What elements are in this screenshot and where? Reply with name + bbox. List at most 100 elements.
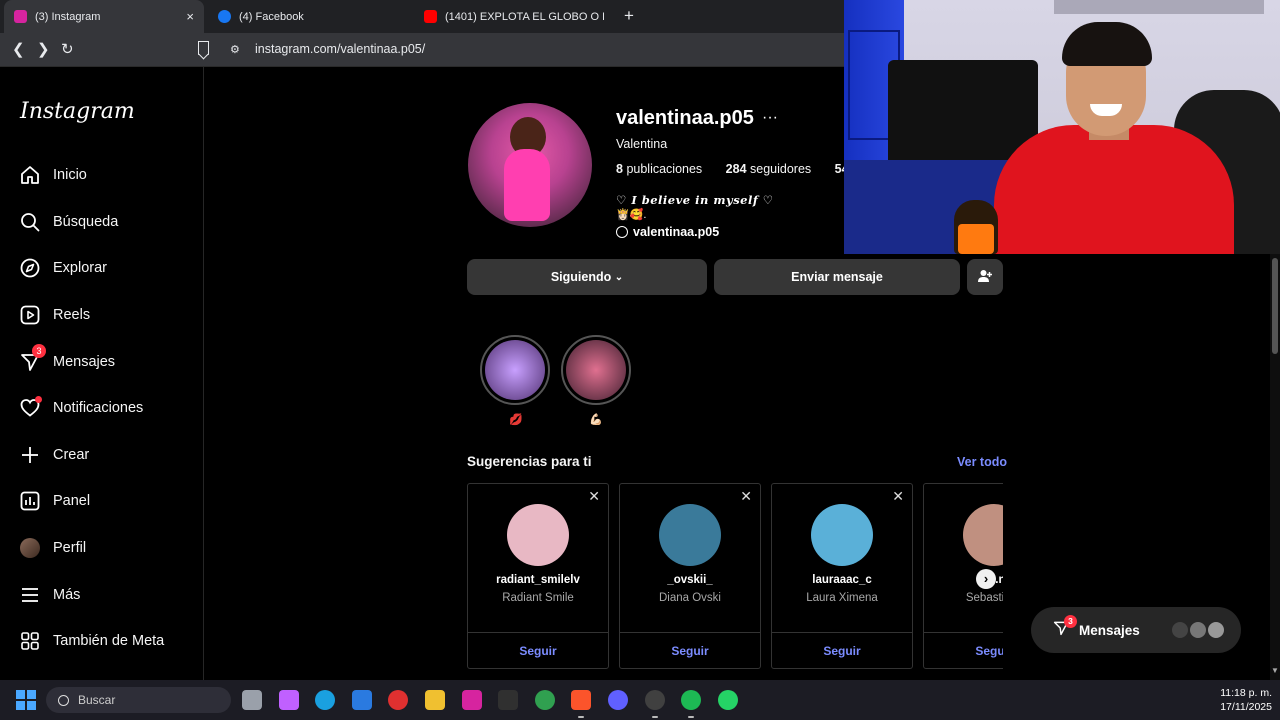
following-button[interactable]: Siguiendo ⌄ [467, 259, 707, 295]
sidebar-item-label: Búsqueda [53, 214, 119, 230]
follow-button[interactable]: Seguir [924, 632, 1003, 669]
instagram-favicon-icon [14, 10, 27, 23]
suggest-people-button[interactable] [967, 259, 1003, 295]
dismiss-icon[interactable]: ✕ [588, 488, 600, 505]
clock-date: 17/11/2025 [1220, 701, 1272, 713]
story-highlight[interactable] [480, 335, 550, 405]
sidebar-item-label: Explorar [53, 260, 107, 276]
suggestion-username[interactable]: lauraaac_c [772, 574, 912, 586]
tab-title: (3) Instagram [35, 10, 101, 23]
see-all-link[interactable]: Ver todo [957, 455, 1007, 469]
back-arrow-icon[interactable]: ❮ [12, 40, 25, 58]
spotify-icon[interactable] [681, 690, 701, 710]
cortana-icon[interactable] [608, 690, 628, 710]
suggestion-card[interactable]: ✕ lauraaac_c Laura Ximena Seguir [771, 483, 913, 669]
suggestion-username[interactable]: radiant_smilelv [468, 574, 608, 586]
brave-icon[interactable] [571, 690, 591, 710]
sidebar-item-crear[interactable]: Crear [20, 441, 89, 469]
suggestion-avatar[interactable] [659, 504, 721, 566]
threads-link[interactable]: valentinaa.p05 [616, 225, 719, 239]
sidebar-item-busqueda[interactable]: Búsqueda [20, 208, 118, 236]
whatsapp-icon[interactable] [718, 690, 738, 710]
scroll-down-icon[interactable]: ▼ [1271, 666, 1279, 675]
messages-floating-button[interactable]: 3 Mensajes [1031, 607, 1241, 653]
profile-username: valentinaa.p05 [616, 107, 754, 129]
edge-icon[interactable] [315, 690, 335, 710]
send-message-button[interactable]: Enviar mensaje [714, 259, 960, 295]
obs-icon[interactable] [645, 690, 665, 710]
home-icon [20, 165, 40, 185]
windows-start-icon[interactable] [16, 690, 36, 710]
follow-button[interactable]: Seguir [772, 632, 912, 669]
sidebar-item-inicio[interactable]: Inicio [20, 161, 87, 189]
sidebar-item-notificaciones[interactable]: Notificaciones [20, 394, 143, 422]
suggestion-avatar[interactable] [507, 504, 569, 566]
chrome-icon[interactable] [535, 690, 555, 710]
scrollbar-thumb[interactable] [1272, 258, 1278, 354]
sidebar-item-label: Reels [53, 307, 91, 323]
messenger-icon: 3 [20, 344, 46, 372]
youtube-favicon-icon [424, 10, 437, 23]
sidebar-item-explorar[interactable]: Explorar [20, 254, 107, 282]
browser-tab-strip: (3) Instagram × (4) Facebook (1401) EXPL… [0, 0, 844, 33]
clock-time: 11:18 p. m. [1220, 687, 1272, 699]
sidebar-item-mensajes[interactable]: 3 Mensajes [20, 344, 115, 376]
tab-youtube[interactable]: (1401) EXPLOTA EL GLOBO O ENCUEN [414, 0, 614, 33]
windows-taskbar: Buscar 11:18 p. m. 17/11/2025 [0, 680, 1280, 720]
site-info-icon[interactable]: ⚙ [230, 43, 240, 56]
instagram-icon[interactable] [462, 690, 482, 710]
media-player-icon[interactable] [388, 690, 408, 710]
sidebar-item-tambien-de-meta[interactable]: También de Meta [20, 627, 164, 655]
file-explorer-icon[interactable] [425, 690, 445, 710]
followers-stat[interactable]: 284 seguidores [726, 162, 822, 176]
new-tab-button[interactable]: + [624, 6, 634, 26]
profile-picture[interactable] [468, 103, 592, 227]
dismiss-icon[interactable]: ✕ [892, 488, 904, 505]
meta-icon [20, 631, 40, 651]
highlight-label: 💋 [509, 414, 523, 426]
carousel-next-icon[interactable]: › [976, 569, 996, 589]
more-options-icon[interactable]: ··· [762, 109, 778, 127]
system-clock[interactable]: 11:18 p. m. 17/11/2025 [1192, 686, 1272, 714]
instagram-logo[interactable]: Instagram [20, 99, 135, 124]
threads-icon [616, 226, 628, 238]
sidebar-item-mas[interactable]: Más [20, 581, 80, 609]
sidebar-item-panel[interactable]: Panel [20, 487, 90, 515]
suggestions-title: Sugerencias para ti [467, 454, 592, 469]
sidebar-item-label: Inicio [53, 167, 87, 183]
messages-label: Mensajes [1079, 622, 1140, 638]
profile-full-name: Valentina [616, 137, 668, 151]
dismiss-icon[interactable]: ✕ [740, 488, 752, 505]
sidebar-item-reels[interactable]: Reels [20, 301, 90, 329]
reload-icon[interactable]: ↻ [61, 40, 74, 58]
forward-arrow-icon[interactable]: ❯ [37, 40, 50, 58]
taskbar-search[interactable]: Buscar [46, 687, 231, 713]
copilot-icon[interactable] [279, 690, 299, 710]
bookmark-icon[interactable] [198, 41, 209, 55]
url-field[interactable]: instagram.com/valentinaa.p05/ [255, 42, 425, 56]
search-icon [20, 212, 40, 232]
running-indicator [688, 716, 694, 718]
reels-icon [20, 305, 40, 325]
tab-title: (4) Facebook [239, 10, 304, 23]
suggestion-avatar[interactable] [811, 504, 873, 566]
suggestion-card[interactable]: ✕ _ovskii_ Diana Ovski Seguir [619, 483, 761, 669]
suggestion-name: Diana Ovski [659, 592, 721, 604]
bio-line: 👸🏻🥰. [616, 209, 647, 221]
story-highlight[interactable] [561, 335, 631, 405]
sidebar-item-perfil[interactable]: Perfil [20, 534, 86, 562]
store-icon[interactable] [352, 690, 372, 710]
epic-games-icon[interactable] [498, 690, 518, 710]
sidebar-item-label: Perfil [53, 540, 87, 556]
follow-button[interactable]: Seguir [468, 632, 608, 669]
close-tab-icon[interactable]: × [186, 9, 194, 24]
page-scrollbar[interactable]: ▼ [1270, 254, 1280, 680]
suggestion-avatar[interactable] [963, 504, 1003, 566]
tab-facebook[interactable]: (4) Facebook [208, 0, 408, 33]
avatar [1207, 621, 1225, 639]
suggestion-username[interactable]: _ovskii_ [620, 574, 760, 586]
tab-instagram[interactable]: (3) Instagram × [4, 0, 204, 33]
task-view-icon[interactable] [242, 690, 262, 710]
follow-button[interactable]: Seguir [620, 632, 760, 669]
suggestion-card[interactable]: ✕ radiant_smilelv Radiant Smile Seguir [467, 483, 609, 669]
